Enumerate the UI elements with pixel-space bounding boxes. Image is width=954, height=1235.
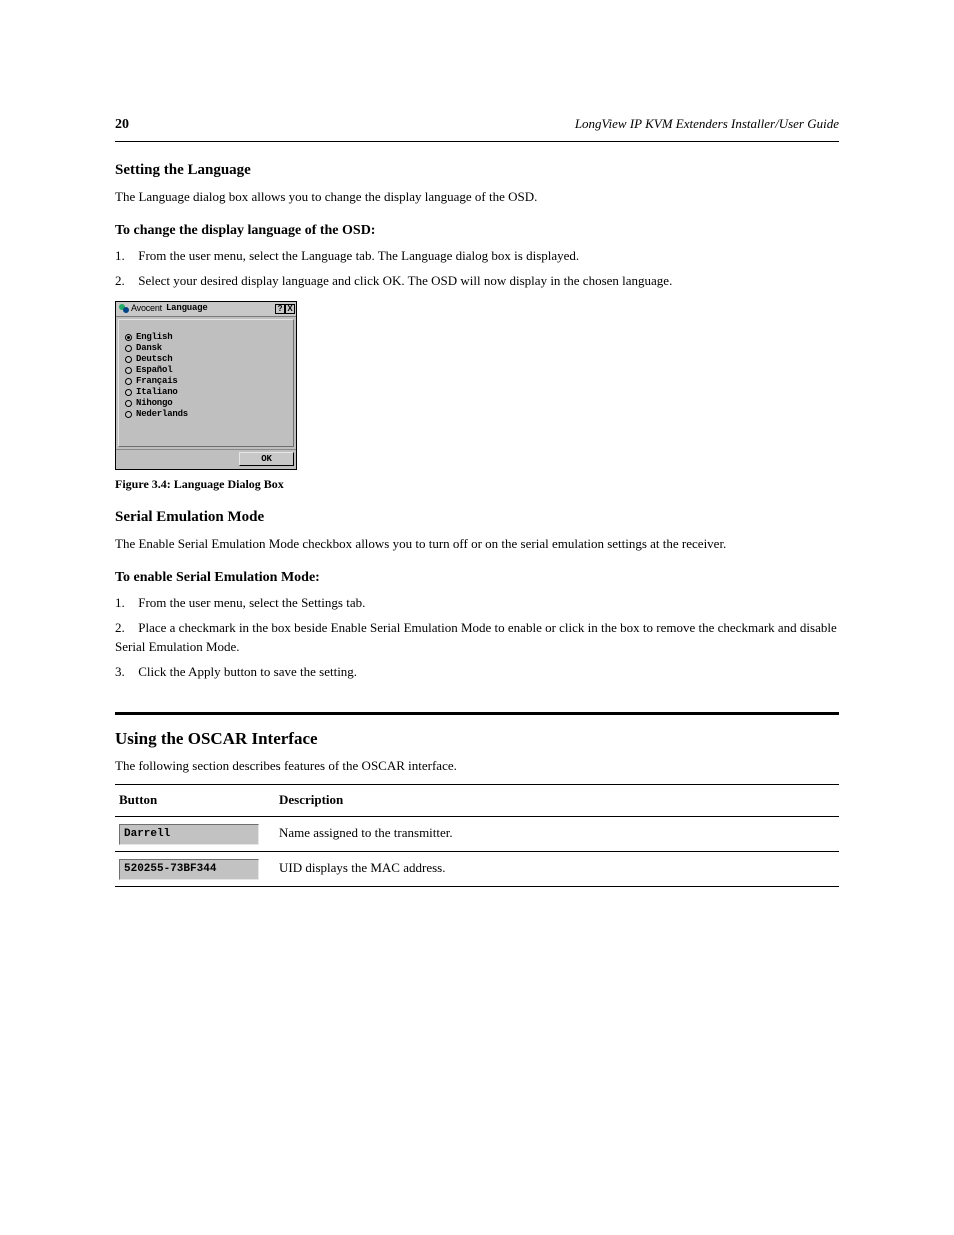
radio-icon[interactable]: [125, 411, 132, 418]
radio-icon[interactable]: [125, 400, 132, 407]
dialog-title: Language: [166, 302, 208, 315]
col-header-description: Description: [275, 785, 839, 817]
step-number: 3.: [115, 663, 135, 682]
step-number: 2.: [115, 619, 135, 638]
procedure-step: 2. Select your desired display language …: [115, 272, 839, 291]
section-serial-desc: The Enable Serial Emulation Mode checkbo…: [115, 535, 839, 554]
avocent-logo-icon: [118, 303, 130, 315]
step-number: 1.: [115, 247, 135, 266]
help-button[interactable]: ?: [275, 304, 285, 314]
close-button[interactable]: X: [285, 304, 295, 314]
language-label: Nederlands: [136, 408, 188, 421]
figure-caption: Figure 3.4: Language Dialog Box: [115, 476, 839, 493]
radio-icon[interactable]: [125, 367, 132, 374]
step-number: 2.: [115, 272, 135, 291]
uid-field[interactable]: 520255-73BF344: [119, 859, 259, 880]
row-desc: Name assigned to the transmitter.: [275, 816, 839, 851]
step-text: Place a checkmark in the box beside Enab…: [115, 620, 837, 654]
procedure-step: 1. From the user menu, select the Langua…: [115, 247, 839, 266]
language-dialog-window: Avocent Language ? X English Dansk: [115, 301, 297, 470]
radio-icon[interactable]: [125, 389, 132, 396]
dialog-brand: Avocent: [131, 302, 162, 315]
row-desc: UID displays the MAC address.: [275, 851, 839, 886]
step-text: From the user menu, select the Language …: [138, 248, 579, 263]
radio-icon[interactable]: [125, 356, 132, 363]
section-language-heading: Setting the Language: [115, 160, 839, 182]
step-text: Click the Apply button to save the setti…: [138, 664, 357, 679]
dialog-body: English Dansk Deutsch Español Français: [118, 319, 294, 447]
procedure-language-heading: To change the display language of the OS…: [115, 221, 839, 241]
running-title: LongView IP KVM Extenders Installer/User…: [575, 115, 839, 134]
ok-button[interactable]: OK: [239, 452, 294, 466]
radio-icon[interactable]: [125, 378, 132, 385]
table-row: 520255-73BF344 UID displays the MAC addr…: [115, 851, 839, 886]
page-number: 20: [115, 115, 129, 135]
section-serial-heading: Serial Emulation Mode: [115, 507, 839, 529]
language-option-nederlands[interactable]: Nederlands: [125, 409, 287, 420]
procedure-step: 3. Click the Apply button to save the se…: [115, 663, 839, 682]
step-text: From the user menu, select the Settings …: [138, 595, 365, 610]
col-header-button: Button: [115, 785, 275, 817]
name-field[interactable]: Darrell: [119, 824, 259, 845]
procedure-step: 1. From the user menu, select the Settin…: [115, 594, 839, 613]
procedure-step: 2. Place a checkmark in the box beside E…: [115, 619, 839, 657]
section-divider: [115, 712, 839, 715]
oscar-title: Using the OSCAR Interface: [115, 727, 839, 752]
step-number: 1.: [115, 594, 135, 613]
procedure-serial-heading: To enable Serial Emulation Mode:: [115, 568, 839, 588]
section-language-desc: The Language dialog box allows you to ch…: [115, 188, 839, 207]
dialog-footer: OK: [116, 449, 296, 469]
figure-language-dialog: Avocent Language ? X English Dansk: [115, 301, 839, 493]
dialog-titlebar: Avocent Language ? X: [116, 302, 296, 317]
radio-icon[interactable]: [125, 334, 132, 341]
radio-icon[interactable]: [125, 345, 132, 352]
step-text: Select your desired display language and…: [138, 273, 672, 288]
oscar-desc: The following section describes features…: [115, 757, 839, 776]
table-row: Darrell Name assigned to the transmitter…: [115, 816, 839, 851]
oscar-table: Button Description Darrell Name assigned…: [115, 784, 839, 887]
table-header-row: Button Description: [115, 785, 839, 817]
